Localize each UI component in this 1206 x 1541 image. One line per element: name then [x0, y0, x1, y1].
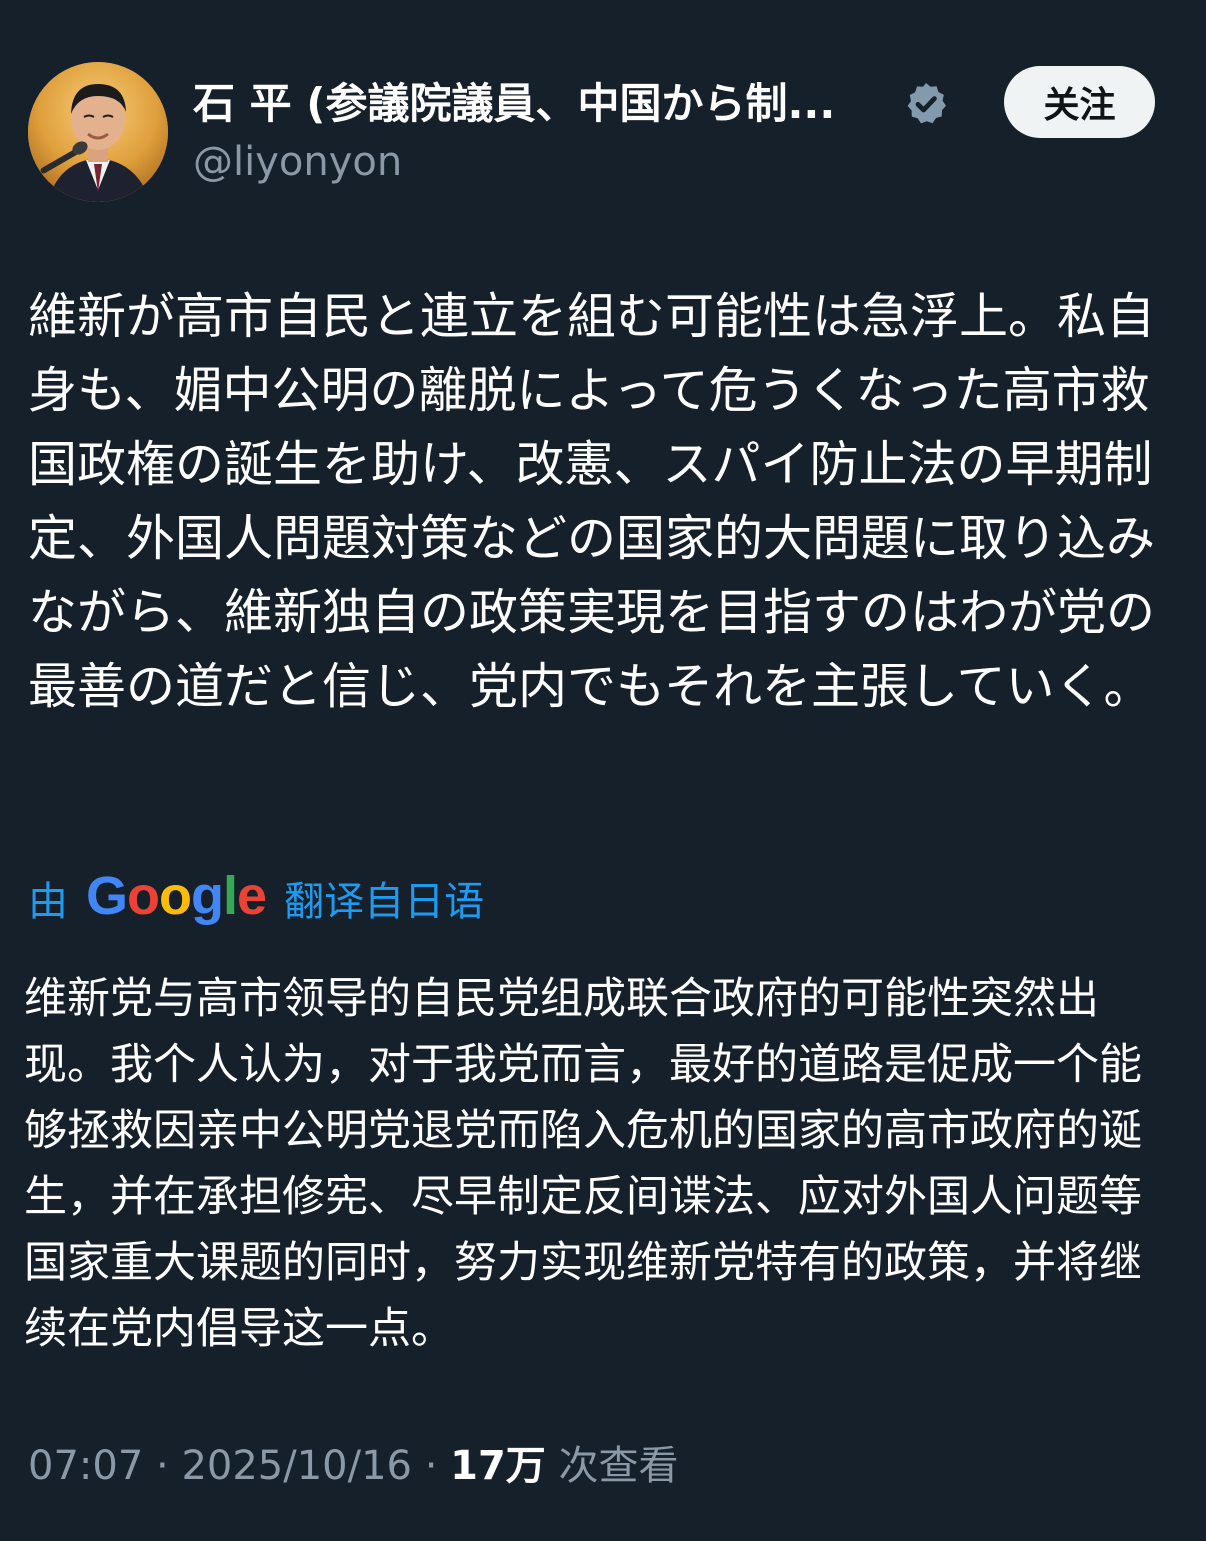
author-handle[interactable]: @liyonyon: [193, 136, 402, 188]
translation-prefix: 由: [28, 879, 68, 925]
meta-separator: ·: [156, 1443, 169, 1489]
meta-separator: ·: [424, 1443, 438, 1489]
tweet-detail: 石 平 (参議院議員、中国から制... @liyonyon 关注 維新が高市自民…: [0, 0, 1206, 1541]
avatar-photo: [28, 62, 168, 202]
tweet-time[interactable]: 07:07: [28, 1443, 143, 1489]
google-logo: Google: [86, 866, 267, 926]
translation-source-label: 翻译自日语: [284, 879, 485, 925]
tweet-date[interactable]: 2025/10/16: [181, 1443, 412, 1489]
avatar[interactable]: [28, 62, 168, 202]
follow-button[interactable]: 关注: [1004, 66, 1155, 138]
tweet-meta: 07:07 · 2025/10/16 · 17万 次查看: [28, 1436, 679, 1496]
verified-badge-icon: [907, 83, 946, 124]
translated-text: 维新党与高市领导的自民党组成联合政府的可能性突然出现。我个人认为，对于我党而言，…: [24, 974, 1142, 1354]
views-label: 次查看: [558, 1443, 679, 1489]
author-display-name[interactable]: 石 平 (参議院議員、中国から制...: [193, 76, 893, 132]
views-count: 17万: [450, 1443, 546, 1489]
translation-attribution[interactable]: 由 Google 翻译自日语: [28, 866, 484, 930]
tweet-text: 維新が高市自民と連立を組む可能性は急浮上。私自身も、媚中公明の離脱によって危うく…: [28, 288, 1156, 715]
